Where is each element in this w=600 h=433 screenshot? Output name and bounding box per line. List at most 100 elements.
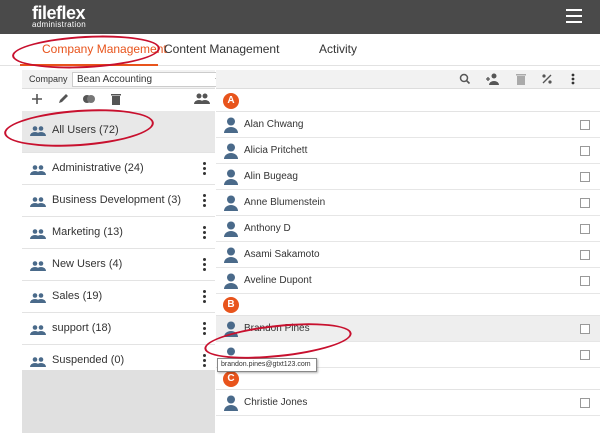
user-avatar-icon xyxy=(224,169,238,185)
group-users-icon xyxy=(30,324,46,335)
user-select-checkbox[interactable] xyxy=(580,120,590,130)
trash-icon[interactable] xyxy=(514,73,528,86)
user-avatar-icon xyxy=(224,117,238,133)
user-row[interactable]: Christie Jones xyxy=(216,390,600,416)
group-item[interactable]: Business Development (3) xyxy=(22,185,215,217)
group-users-icon xyxy=(30,164,46,175)
user-select-checkbox[interactable] xyxy=(580,276,590,286)
tab-content-management[interactable]: Content Management xyxy=(164,42,279,56)
user-name: Alicia Pritchett xyxy=(244,145,308,156)
user-avatar-icon xyxy=(224,221,238,237)
letter-badge: C xyxy=(223,371,239,387)
group-users-icon xyxy=(30,356,46,367)
tab-activity[interactable]: Activity xyxy=(319,42,357,56)
company-dropdown[interactable]: Bean Accounting xyxy=(72,72,230,87)
company-label: Company xyxy=(29,74,68,84)
group-label: support (18) xyxy=(52,322,112,334)
user-select-checkbox[interactable] xyxy=(580,324,590,334)
group-users-icon xyxy=(30,228,46,239)
group-label: Marketing (13) xyxy=(52,226,123,238)
user-select-checkbox[interactable] xyxy=(580,172,590,182)
group-label: New Users (4) xyxy=(52,258,123,270)
active-tab-indicator xyxy=(20,64,158,66)
user-select-checkbox[interactable] xyxy=(580,398,590,408)
add-user-icon[interactable] xyxy=(486,73,500,86)
group-item[interactable]: support (18) xyxy=(22,313,215,345)
group-toolbar xyxy=(22,89,215,111)
user-avatar-icon xyxy=(224,195,238,211)
trash-icon[interactable] xyxy=(109,93,123,107)
more-options-icon[interactable] xyxy=(203,290,207,304)
group-label: Suspended (0) xyxy=(52,354,125,366)
more-options-icon[interactable] xyxy=(203,322,207,336)
group-users-icon[interactable] xyxy=(194,93,210,107)
user-select-checkbox[interactable] xyxy=(580,224,590,234)
hamburger-menu-icon[interactable] xyxy=(566,9,582,23)
group-users-icon xyxy=(30,125,46,136)
user-row[interactable]: Alan Chwang xyxy=(216,112,600,138)
group-label: Administrative (24) xyxy=(52,162,144,174)
edit-pencil-icon[interactable] xyxy=(56,93,70,107)
user-select-checkbox[interactable] xyxy=(580,146,590,156)
group-item[interactable]: All Users (72) xyxy=(22,111,215,153)
user-name: Christie Jones xyxy=(244,397,308,408)
letter-badge: A xyxy=(223,93,239,109)
app-header: fileflex administration xyxy=(0,0,600,34)
company-selector-row: Company Bean Accounting xyxy=(22,70,230,89)
letter-section-header: B xyxy=(216,294,600,316)
more-options-icon[interactable] xyxy=(566,73,580,86)
main-tabs: Company Management Content Management Ac… xyxy=(0,34,600,66)
user-row[interactable]: Asami Sakamoto xyxy=(216,242,600,268)
user-name: Alan Chwang xyxy=(244,119,304,130)
user-avatar-icon xyxy=(224,395,238,411)
group-list-empty-area xyxy=(22,370,215,433)
group-label: All Users (72) xyxy=(52,124,119,136)
users-panel: A Alan Chwang Alicia Pritchett Alin Bugeag A… xyxy=(216,70,600,433)
groups-panel: Company Bean Accounting All Users (72) Ad… xyxy=(22,70,230,433)
user-name: Asami Sakamoto xyxy=(244,249,320,260)
group-list: All Users (72) Administrative (24) Busines… xyxy=(22,111,215,377)
letter-section-header: A xyxy=(216,90,600,112)
group-users-icon xyxy=(30,292,46,303)
group-item[interactable]: Marketing (13) xyxy=(22,217,215,249)
more-options-icon[interactable] xyxy=(203,354,207,368)
user-toolbar xyxy=(216,70,600,89)
group-label: Business Development (3) xyxy=(52,194,182,206)
user-name: Alin Bugeag xyxy=(244,171,298,182)
user-name: Anne Blumenstein xyxy=(244,197,326,208)
user-name: Brandon Pines xyxy=(244,323,310,334)
more-options-icon[interactable] xyxy=(203,194,207,208)
user-row[interactable]: Anne Blumenstein xyxy=(216,190,600,216)
user-row[interactable]: Aveline Dupont xyxy=(216,268,600,294)
group-users-icon xyxy=(30,196,46,207)
email-tooltip: brandon.pines@gtxt123.com xyxy=(217,358,317,372)
user-select-checkbox[interactable] xyxy=(580,250,590,260)
user-row[interactable]: Brandon Pines xyxy=(216,316,600,342)
user-select-checkbox[interactable] xyxy=(580,198,590,208)
user-name: Aveline Dupont xyxy=(244,275,312,286)
user-avatar-icon xyxy=(224,273,238,289)
more-options-icon[interactable] xyxy=(203,258,207,272)
percent-icon[interactable] xyxy=(540,73,554,86)
group-users-icon xyxy=(30,260,46,271)
user-select-checkbox[interactable] xyxy=(580,350,590,360)
group-item[interactable]: Sales (19) xyxy=(22,281,215,313)
more-options-icon[interactable] xyxy=(203,226,207,240)
group-item[interactable]: New Users (4) xyxy=(22,249,215,281)
fileflex-logo: fileflex administration xyxy=(32,4,86,29)
logo-subtitle: administration xyxy=(32,20,87,29)
user-avatar-icon xyxy=(224,247,238,263)
user-row[interactable]: Anthony D xyxy=(216,216,600,242)
masks-icon[interactable] xyxy=(82,93,96,107)
tab-company-management[interactable]: Company Management xyxy=(42,42,167,56)
user-avatar-icon xyxy=(224,321,238,337)
more-options-icon[interactable] xyxy=(203,162,207,176)
user-avatar-icon xyxy=(224,143,238,159)
search-icon[interactable] xyxy=(458,73,472,86)
group-item[interactable]: Administrative (24) xyxy=(22,153,215,185)
group-label: Sales (19) xyxy=(52,290,103,302)
user-row[interactable]: Alin Bugeag xyxy=(216,164,600,190)
add-icon[interactable] xyxy=(30,93,44,107)
user-row[interactable]: Alicia Pritchett xyxy=(216,138,600,164)
user-name: Anthony D xyxy=(244,223,291,234)
